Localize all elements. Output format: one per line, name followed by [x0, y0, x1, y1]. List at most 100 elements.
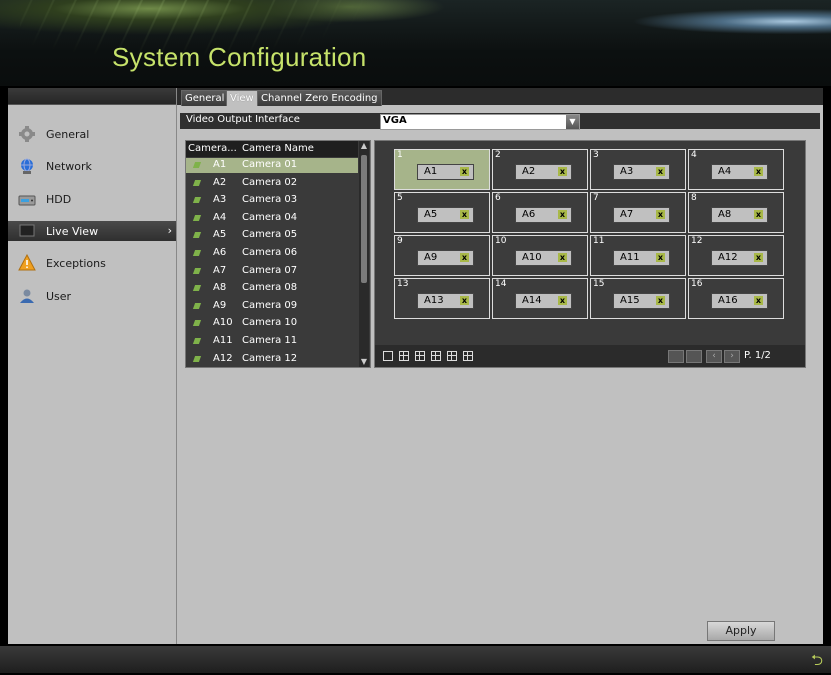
remove-camera-icon[interactable]: x [754, 210, 763, 219]
assigned-camera[interactable]: A8 x [711, 207, 768, 223]
camera-id: A10 [213, 317, 233, 329]
remove-camera-icon[interactable]: x [754, 253, 763, 262]
tab-general[interactable]: General [181, 90, 229, 106]
layout-8-icon[interactable] [431, 351, 441, 361]
remove-camera-icon[interactable]: x [754, 167, 763, 176]
chevron-down-icon[interactable]: ▼ [566, 115, 579, 129]
view-cell[interactable]: 8 A8 x [688, 192, 784, 233]
assigned-camera[interactable]: A15 x [613, 293, 670, 309]
assigned-camera[interactable]: A16 x [711, 293, 768, 309]
camera-id: A1 [213, 159, 227, 170]
assigned-camera[interactable]: A6 x [515, 207, 572, 223]
scrollbar-thumb[interactable] [361, 155, 367, 283]
camera-row[interactable]: A10 Camera 10 [186, 316, 358, 331]
view-cell[interactable]: 2 A2 x [492, 149, 588, 190]
clear-all-icon[interactable] [686, 350, 702, 363]
assigned-camera[interactable]: A11 x [613, 250, 670, 266]
sidebar-item-general[interactable]: General [8, 124, 176, 144]
remove-camera-icon[interactable]: x [754, 296, 763, 305]
layout-4-icon[interactable] [399, 351, 409, 361]
assigned-camera[interactable]: A5 x [417, 207, 474, 223]
apply-button[interactable]: Apply [707, 621, 775, 641]
view-cell[interactable]: 12 A12 x [688, 235, 784, 276]
assigned-camera[interactable]: A13 x [417, 293, 474, 309]
column-header-camera-name[interactable]: Camera Name [242, 143, 314, 154]
remove-camera-icon[interactable]: x [558, 296, 567, 305]
video-output-row: Video Output Interface VGA ▼ [180, 113, 820, 130]
assigned-camera[interactable]: A1 x [417, 164, 474, 180]
view-cell[interactable]: 5 A5 x [394, 192, 490, 233]
camera-row[interactable]: A5 Camera 05 [186, 228, 358, 243]
camera-row[interactable]: A11 Camera 11 [186, 334, 358, 349]
remove-camera-icon[interactable]: x [656, 210, 665, 219]
prev-page-icon[interactable]: ‹ [706, 350, 722, 363]
sidebar-item-network[interactable]: Network [8, 156, 176, 176]
assigned-camera[interactable]: A14 x [515, 293, 572, 309]
assigned-camera[interactable]: A2 x [515, 164, 572, 180]
assigned-camera[interactable]: A10 x [515, 250, 572, 266]
view-cell[interactable]: 4 A4 x [688, 149, 784, 190]
camera-row[interactable]: A3 Camera 03 [186, 193, 358, 208]
assigned-camera[interactable]: A3 x [613, 164, 670, 180]
camera-list-scrollbar[interactable]: ▲ ▼ [359, 141, 369, 367]
view-cell[interactable]: 15 A15 x [590, 278, 686, 319]
scroll-down-icon[interactable]: ▼ [359, 357, 369, 367]
layout-9-icon[interactable] [447, 351, 457, 361]
sidebar-item-hdd[interactable]: HDD [8, 189, 176, 209]
view-cell[interactable]: 11 A11 x [590, 235, 686, 276]
scroll-up-icon[interactable]: ▲ [359, 141, 369, 151]
view-cell[interactable]: 10 A10 x [492, 235, 588, 276]
view-cell[interactable]: 13 A13 x [394, 278, 490, 319]
sidebar-item-user[interactable]: User [8, 286, 176, 306]
remove-camera-icon[interactable]: x [656, 253, 665, 262]
view-cell[interactable]: 7 A7 x [590, 192, 686, 233]
video-output-select[interactable]: VGA ▼ [380, 114, 580, 130]
view-cell[interactable]: 16 A16 x [688, 278, 784, 319]
view-cell[interactable]: 3 A3 x [590, 149, 686, 190]
view-cell[interactable]: 1 A1 x [394, 149, 490, 190]
remove-camera-icon[interactable]: x [460, 253, 469, 262]
camera-row[interactable]: A9 Camera 09 [186, 299, 358, 314]
layout-toolbar: ‹ › P. 1/2 [375, 345, 805, 367]
remove-camera-icon[interactable]: x [656, 296, 665, 305]
view-cell[interactable]: 14 A14 x [492, 278, 588, 319]
assigned-camera-id: A15 [620, 295, 640, 306]
assigned-camera[interactable]: A7 x [613, 207, 670, 223]
remove-camera-icon[interactable]: x [460, 167, 469, 176]
remove-camera-icon[interactable]: x [558, 167, 567, 176]
remove-camera-icon[interactable]: x [460, 296, 469, 305]
assigned-camera-id: A13 [424, 295, 444, 306]
camera-row[interactable]: A7 Camera 07 [186, 264, 358, 279]
camera-row[interactable]: A4 Camera 04 [186, 211, 358, 226]
tab-channel-zero-encoding[interactable]: Channel Zero Encoding [257, 90, 382, 106]
sidebar-item-live-view[interactable]: Live View › [8, 221, 176, 241]
back-icon[interactable]: ⮌ [811, 650, 823, 675]
assigned-camera[interactable]: A9 x [417, 250, 474, 266]
assigned-camera[interactable]: A4 x [711, 164, 768, 180]
set-all-icon[interactable] [668, 350, 684, 363]
view-cell[interactable]: 6 A6 x [492, 192, 588, 233]
assigned-camera-id: A7 [620, 209, 634, 220]
remove-camera-icon[interactable]: x [460, 210, 469, 219]
assigned-camera[interactable]: A12 x [711, 250, 768, 266]
next-page-icon[interactable]: › [724, 350, 740, 363]
remove-camera-icon[interactable]: x [656, 167, 665, 176]
camera-row[interactable]: A8 Camera 08 [186, 281, 358, 296]
camera-row[interactable]: A6 Camera 06 [186, 246, 358, 261]
camera-row[interactable]: A1 Camera 01 [186, 158, 358, 173]
camera-name: Camera 01 [242, 159, 298, 170]
camera-row[interactable]: A2 Camera 02 [186, 176, 358, 191]
sidebar-item-exceptions[interactable]: Exceptions [8, 253, 176, 273]
column-header-camera[interactable]: Camera... [188, 143, 237, 154]
tab-view[interactable]: View [226, 90, 258, 106]
remove-camera-icon[interactable]: x [558, 210, 567, 219]
layout-1-icon[interactable] [383, 351, 393, 361]
remove-camera-icon[interactable]: x [558, 253, 567, 262]
camera-id: A5 [213, 229, 227, 241]
camera-row[interactable]: A12 Camera 12 [186, 352, 358, 367]
chevron-right-icon: › [167, 224, 172, 237]
window-number: 14 [495, 279, 507, 289]
layout-6-icon[interactable] [415, 351, 425, 361]
view-cell[interactable]: 9 A9 x [394, 235, 490, 276]
layout-16-icon[interactable] [463, 351, 473, 361]
